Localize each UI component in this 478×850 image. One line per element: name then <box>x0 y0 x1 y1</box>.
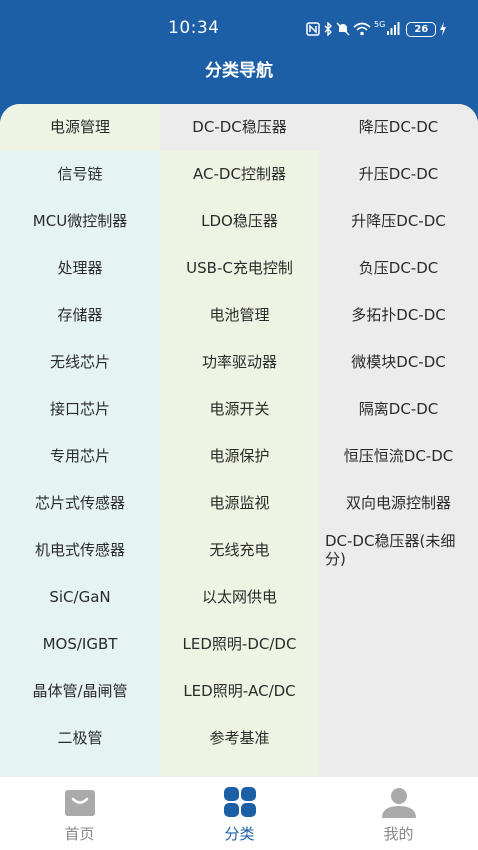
battery-icon: 26 <box>406 21 437 37</box>
charging-icon <box>439 20 447 38</box>
subcategory-item[interactable]: LED照明-DC/DC <box>160 621 319 668</box>
category-panel: 电源管理 信号链 MCU微控制器 处理器 存储器 无线芯片 接口芯片 专用芯片 … <box>0 104 478 776</box>
wifi-icon <box>353 20 371 38</box>
category-item[interactable]: 二极管 <box>0 715 160 762</box>
category-item[interactable]: 专用芯片 <box>0 433 160 480</box>
network-type-label: 5G <box>374 20 386 29</box>
leaf-category-item[interactable]: 降压DC-DC <box>319 104 478 151</box>
leaf-category-item[interactable]: 多拓扑DC-DC <box>319 292 478 339</box>
subcategory-item[interactable]: 以太网供电 <box>160 574 319 621</box>
status-time: 10:34 <box>168 18 220 38</box>
leaf-category-item[interactable]: 升压DC-DC <box>319 151 478 198</box>
leaf-category-item[interactable]: 恒压恒流DC-DC <box>319 433 478 480</box>
tab-home[interactable]: 首页 <box>0 777 159 850</box>
leaf-category-item[interactable]: 负压DC-DC <box>319 245 478 292</box>
user-icon <box>381 787 417 819</box>
subcategory-item[interactable]: 电池管理 <box>160 292 319 339</box>
category-item[interactable]: 芯片式传感器 <box>0 480 160 527</box>
leaf-category-item[interactable]: 微模块DC-DC <box>319 339 478 386</box>
category-item[interactable]: 处理器 <box>0 245 160 292</box>
page-title: 分类导航 <box>205 61 273 81</box>
subcategory-item[interactable]: LED照明-AC/DC <box>160 668 319 715</box>
category-item[interactable]: MOS/IGBT <box>0 621 160 668</box>
category-item[interactable]: 机电式传感器 <box>0 527 160 574</box>
category-item[interactable]: 无线芯片 <box>0 339 160 386</box>
bottom-tab-bar: 首页 分类 我的 <box>0 776 478 850</box>
subcategory-item[interactable]: 无线充电 <box>160 527 319 574</box>
category-item[interactable]: 接口芯片 <box>0 386 160 433</box>
category-item[interactable]: SiC/GaN <box>0 574 160 621</box>
tab-label: 我的 <box>383 825 414 843</box>
status-bar: 10:34 5G 26 <box>0 14 478 44</box>
primary-category-list: 电源管理 信号链 MCU微控制器 处理器 存储器 无线芯片 接口芯片 专用芯片 … <box>0 104 160 776</box>
subcategory-item[interactable]: 参考基准 <box>160 715 319 762</box>
subcategory-item[interactable]: 电源监视 <box>160 480 319 527</box>
category-item[interactable]: 电源管理 <box>0 104 160 151</box>
cellular-signal-icon: 5G <box>374 20 400 38</box>
category-item[interactable]: MCU微控制器 <box>0 198 160 245</box>
leaf-category-item[interactable]: 双向电源控制器 <box>319 480 478 527</box>
subcategory-item[interactable]: 电源开关 <box>160 386 319 433</box>
leaf-category-item[interactable]: 隔离DC-DC <box>319 386 478 433</box>
subcategory-item[interactable]: 电源保护 <box>160 433 319 480</box>
subcategory-item[interactable]: LDO稳压器 <box>160 198 319 245</box>
category-item[interactable]: 存储器 <box>0 292 160 339</box>
secondary-category-list: DC-DC稳压器 AC-DC控制器 LDO稳压器 USB-C充电控制 电池管理 … <box>160 104 319 776</box>
category-item[interactable]: 晶体管/晶闸管 <box>0 668 160 715</box>
leaf-category-item[interactable]: DC-DC稳压器(未细分) <box>319 527 478 574</box>
shopping-bag-icon <box>62 787 98 819</box>
tab-label: 分类 <box>224 825 255 843</box>
tab-label: 首页 <box>64 825 95 843</box>
subcategory-item[interactable]: USB-C充电控制 <box>160 245 319 292</box>
nfc-icon <box>306 20 320 38</box>
subcategory-item[interactable]: 功率驱动器 <box>160 339 319 386</box>
mute-bell-icon <box>336 20 350 38</box>
battery-level: 26 <box>414 23 429 35</box>
status-icons: 5G 26 <box>306 18 447 40</box>
tertiary-category-list: 降压DC-DC 升压DC-DC 升降压DC-DC 负压DC-DC 多拓扑DC-D… <box>319 104 478 776</box>
subcategory-item[interactable]: DC-DC稳压器 <box>160 104 319 151</box>
category-item[interactable]: 信号链 <box>0 151 160 198</box>
leaf-category-item[interactable]: 升降压DC-DC <box>319 198 478 245</box>
tab-profile[interactable]: 我的 <box>319 777 478 850</box>
grid-icon <box>222 787 258 819</box>
subcategory-item[interactable]: AC-DC控制器 <box>160 151 319 198</box>
tab-category[interactable]: 分类 <box>160 777 319 850</box>
bluetooth-icon <box>323 20 333 38</box>
